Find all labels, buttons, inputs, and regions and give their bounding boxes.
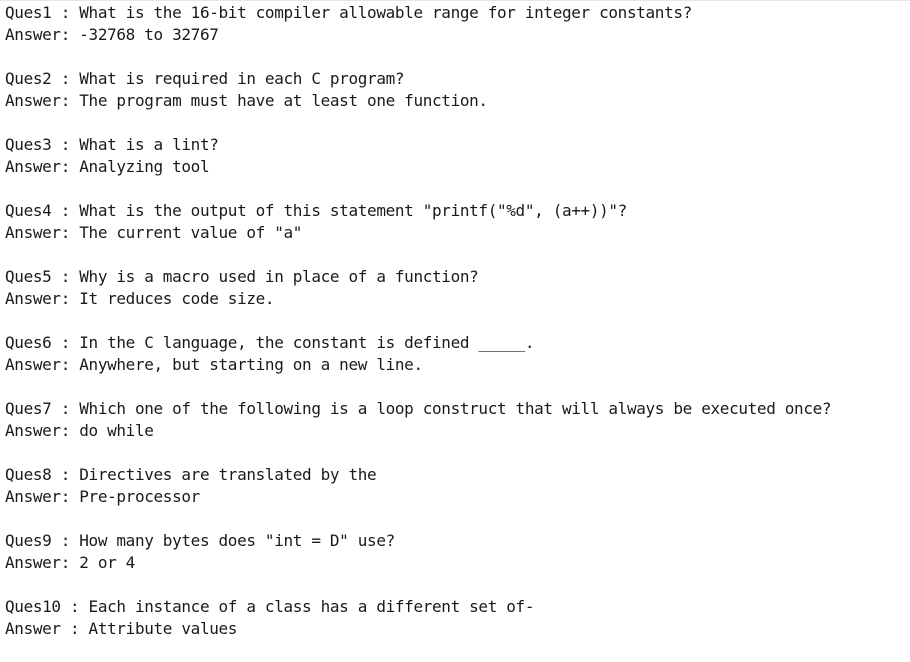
answer-label: Answer: <box>5 487 80 506</box>
answer-line[interactable]: Answer: The program must have at least o… <box>5 90 905 112</box>
question-label: Ques5 : <box>5 267 80 286</box>
qa-item-4: Ques4 : What is the output of this state… <box>5 200 905 266</box>
answer-line[interactable]: Answer: do while <box>5 420 905 442</box>
document-page: Ques1 : What is the 16-bit compiler allo… <box>0 0 910 649</box>
question-line[interactable]: Ques9 : How many bytes does "int = D" us… <box>5 530 905 552</box>
answer-label: Answer: <box>5 157 80 176</box>
question-text: Each instance of a class has a different… <box>88 597 535 616</box>
question-line[interactable]: Ques2 : What is required in each C progr… <box>5 68 905 90</box>
qa-item-6: Ques6 : In the C language, the constant … <box>5 332 905 398</box>
answer-text: do while <box>79 421 154 440</box>
answer-label: Answer: <box>5 289 80 308</box>
question-label: Ques9 : <box>5 531 80 550</box>
qa-item-2: Ques2 : What is required in each C progr… <box>5 68 905 134</box>
question-text: What is the 16-bit compiler allowable ra… <box>79 3 692 22</box>
qa-item-1: Ques1 : What is the 16-bit compiler allo… <box>5 2 905 68</box>
answer-text: -32768 to 32767 <box>79 25 219 44</box>
question-label: Ques10 : <box>5 597 89 616</box>
top-divider <box>0 0 910 1</box>
question-line[interactable]: Ques10 : Each instance of a class has a … <box>5 596 905 618</box>
answer-text: Anywhere, but starting on a new line. <box>79 355 423 374</box>
question-line[interactable]: Ques4 : What is the output of this state… <box>5 200 905 222</box>
answer-line[interactable]: Answer: It reduces code size. <box>5 288 905 310</box>
question-line[interactable]: Ques6 : In the C language, the constant … <box>5 332 905 354</box>
answer-line[interactable]: Answer: -32768 to 32767 <box>5 24 905 46</box>
answer-label: Answer: <box>5 25 80 44</box>
qa-item-5: Ques5 : Why is a macro used in place of … <box>5 266 905 332</box>
answer-text: Analyzing tool <box>79 157 210 176</box>
answer-line[interactable]: Answer: 2 or 4 <box>5 552 905 574</box>
answer-label: Answer: <box>5 355 80 374</box>
question-text: What is required in each C program? <box>79 69 405 88</box>
qa-item-9: Ques9 : How many bytes does "int = D" us… <box>5 530 905 596</box>
answer-line[interactable]: Answer: The current value of "a" <box>5 222 905 244</box>
answer-label: Answer: <box>5 421 80 440</box>
question-label: Ques7 : <box>5 399 80 418</box>
question-label: Ques4 : <box>5 201 80 220</box>
qa-item-10: Ques10 : Each instance of a class has a … <box>5 596 905 662</box>
answer-label: Answer : <box>5 619 89 638</box>
answer-text: Attribute values <box>88 619 238 638</box>
question-text: Which one of the following is a loop con… <box>79 399 832 418</box>
question-text: What is a lint? <box>79 135 219 154</box>
qa-item-7: Ques7 : Which one of the following is a … <box>5 398 905 464</box>
question-text: How many bytes does "int = D" use? <box>79 531 395 550</box>
answer-text: Pre-processor <box>79 487 200 506</box>
question-label: Ques3 : <box>5 135 80 154</box>
qa-item-3: Ques3 : What is a lint? Answer: Analyzin… <box>5 134 905 200</box>
question-label: Ques6 : <box>5 333 80 352</box>
question-text: What is the output of this statement "pr… <box>79 201 627 220</box>
qa-item-8: Ques8 : Directives are translated by the… <box>5 464 905 530</box>
answer-label: Answer: <box>5 223 80 242</box>
answer-line[interactable]: Answer: Analyzing tool <box>5 156 905 178</box>
answer-line[interactable]: Answer : Attribute values <box>5 618 905 640</box>
answer-line[interactable]: Answer: Pre-processor <box>5 486 905 508</box>
answer-text: It reduces code size. <box>79 289 275 308</box>
question-line[interactable]: Ques7 : Which one of the following is a … <box>5 398 905 420</box>
answer-label: Answer: <box>5 91 80 110</box>
answer-label: Answer: <box>5 553 80 572</box>
question-text: In the C language, the constant is defin… <box>79 333 535 352</box>
question-text: Why is a macro used in place of a functi… <box>79 267 479 286</box>
answer-line[interactable]: Answer: Anywhere, but starting on a new … <box>5 354 905 376</box>
question-text: Directives are translated by the <box>79 465 377 484</box>
question-line[interactable]: Ques8 : Directives are translated by the <box>5 464 905 486</box>
question-label: Ques1 : <box>5 3 80 22</box>
answer-text: The program must have at least one funct… <box>79 91 488 110</box>
question-label: Ques8 : <box>5 465 80 484</box>
question-line[interactable]: Ques1 : What is the 16-bit compiler allo… <box>5 2 905 24</box>
question-line[interactable]: Ques3 : What is a lint? <box>5 134 905 156</box>
question-line[interactable]: Ques5 : Why is a macro used in place of … <box>5 266 905 288</box>
qa-list: Ques1 : What is the 16-bit compiler allo… <box>5 2 905 662</box>
answer-text: 2 or 4 <box>79 553 135 572</box>
answer-text: The current value of "a" <box>79 223 303 242</box>
question-label: Ques2 : <box>5 69 80 88</box>
